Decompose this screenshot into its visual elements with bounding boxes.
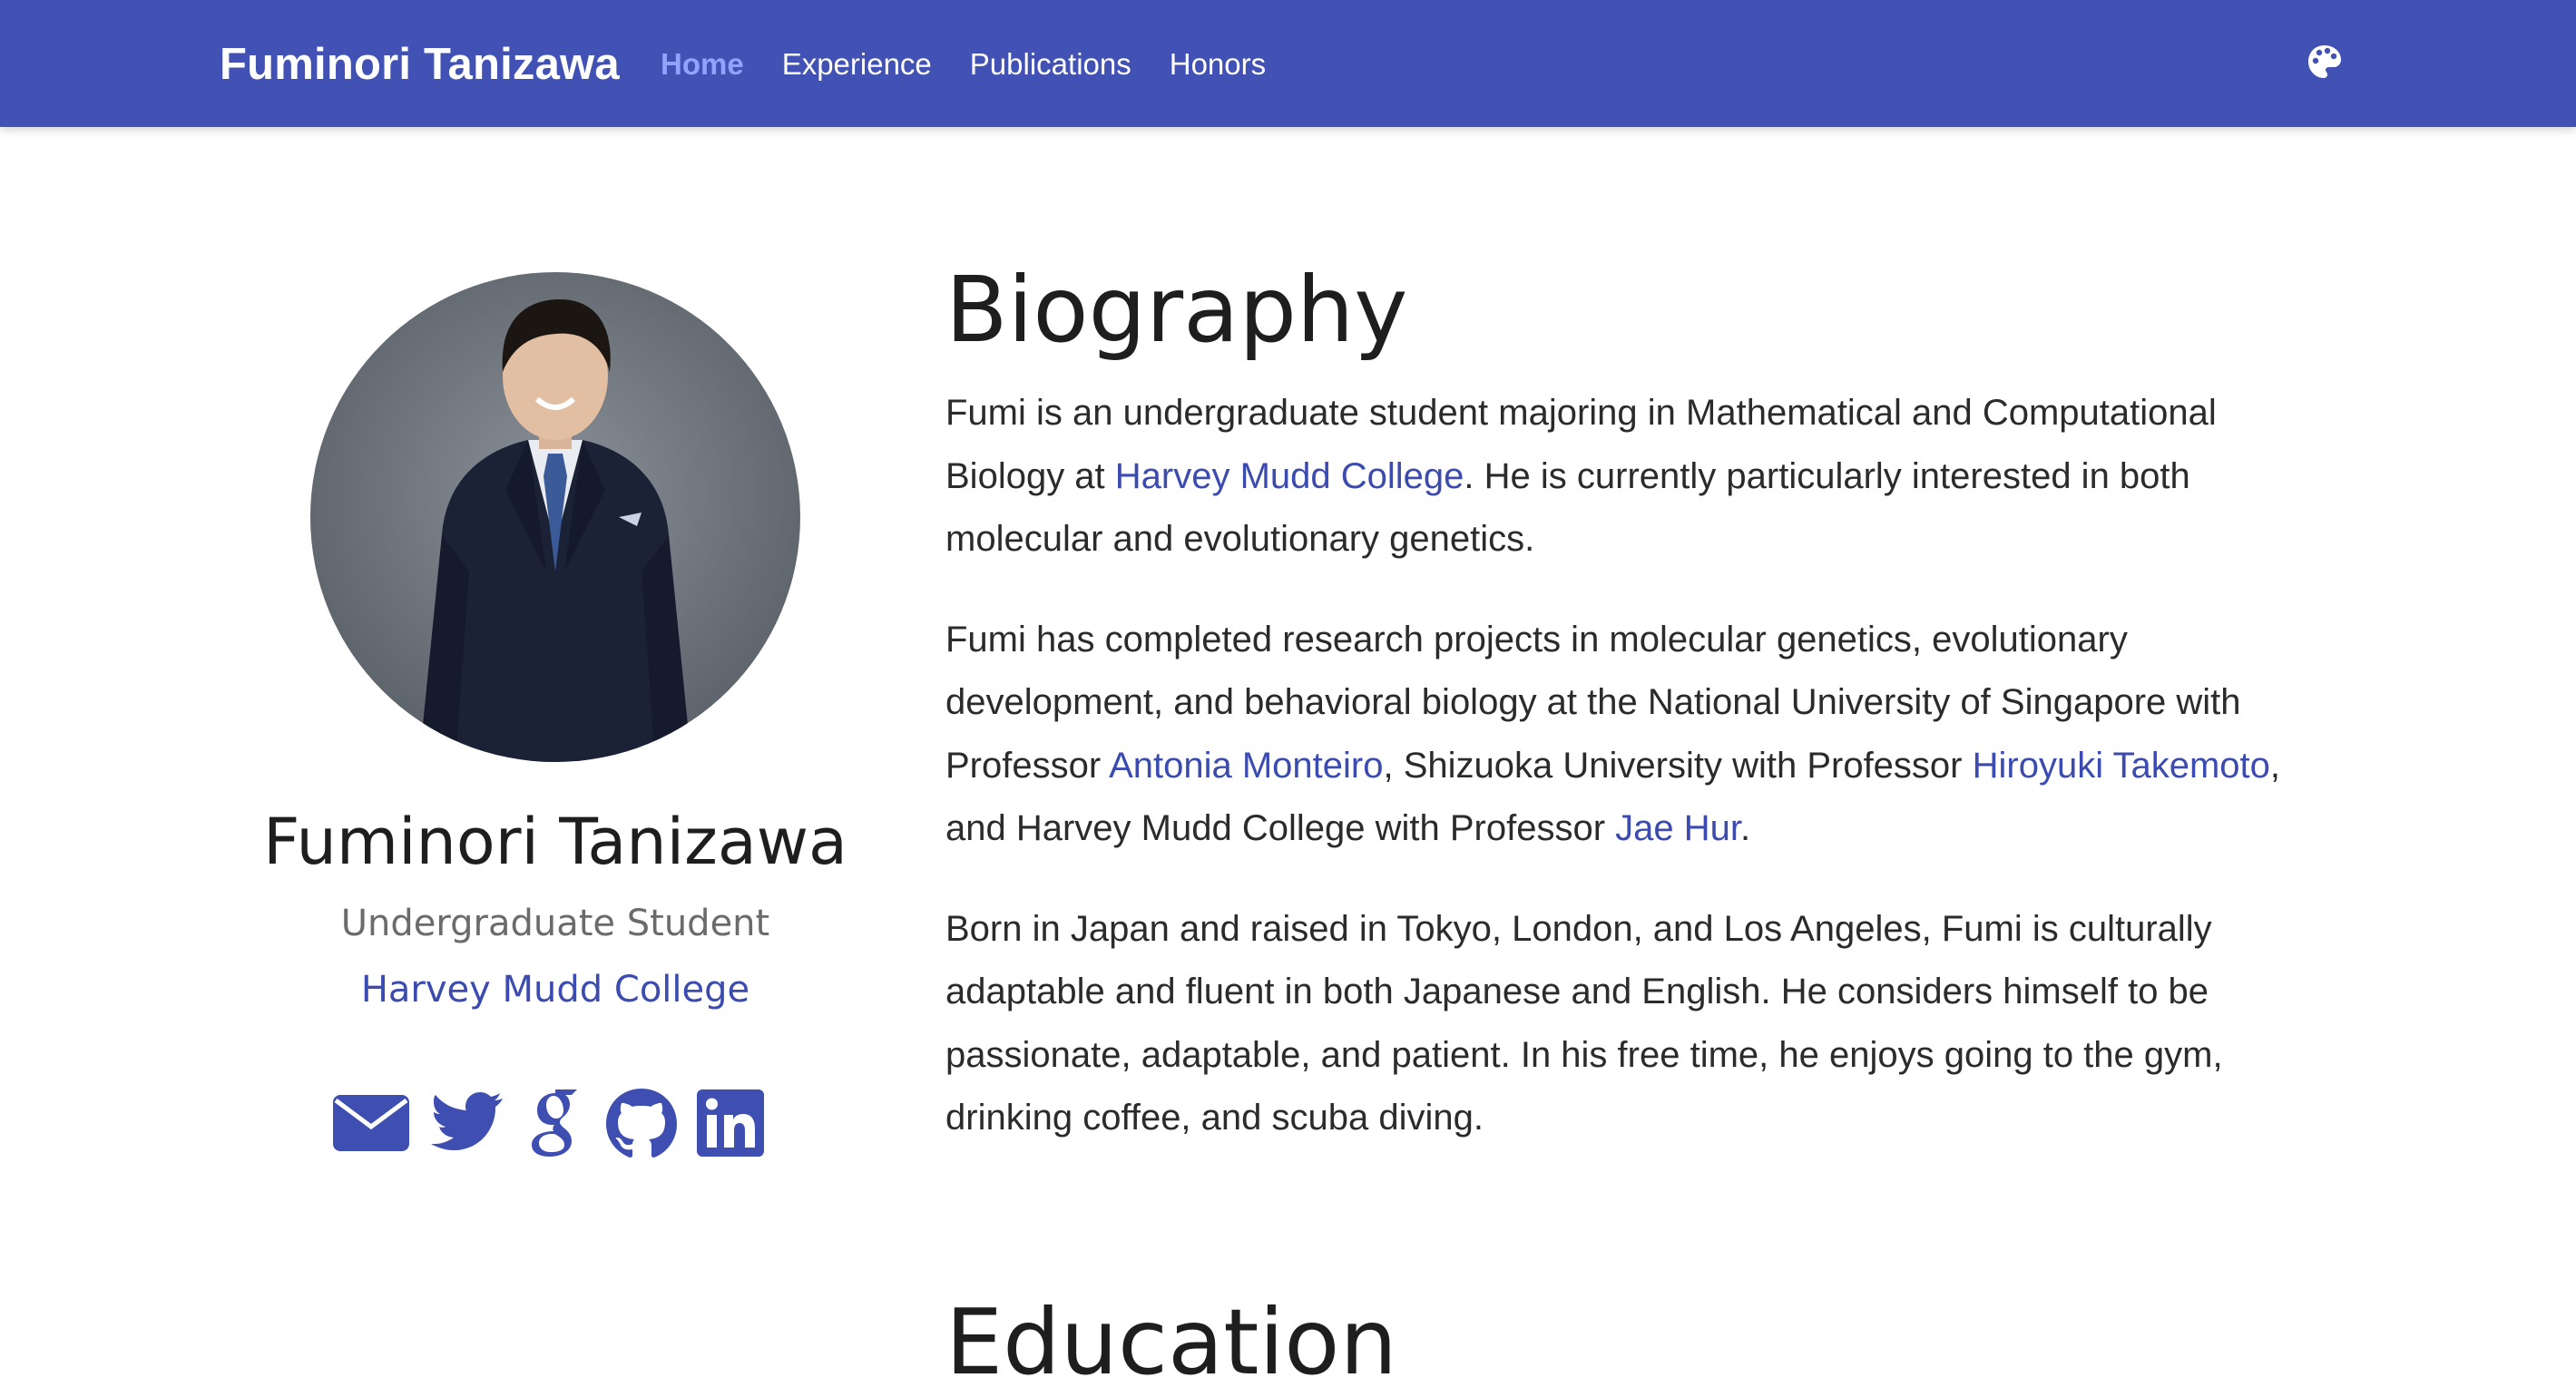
jae-hur-link[interactable]: Jae Hur [1615, 808, 1740, 848]
top-navbar: Fuminori Tanizawa Home Experience Public… [0, 0, 2576, 127]
nav-link-publications[interactable]: Publications [970, 44, 1131, 85]
profile-organization-link[interactable]: Harvey Mudd College [163, 964, 947, 1015]
hiroyuki-takemoto-link[interactable]: Hiroyuki Takemoto [1973, 746, 2270, 786]
avatar [310, 272, 800, 762]
nav-link-home[interactable]: Home [661, 44, 744, 85]
envelope-icon[interactable] [332, 1093, 410, 1158]
biography-heading: Biography [945, 257, 1408, 363]
nav-links: Home Experience Publications Honors [661, 44, 1304, 85]
biography-text: Fumi is an undergraduate student majorin… [945, 382, 2343, 1187]
social-links [332, 1087, 782, 1164]
profile-role: Undergraduate Student [340, 903, 770, 944]
bio-paragraph-2: Fumi has completed research projects in … [945, 609, 2343, 861]
palette-icon[interactable] [2307, 44, 2343, 80]
bio-p2-text-2: , Shizuoka University with Professor [1383, 745, 1973, 786]
site-brand[interactable]: Fuminori Tanizawa [220, 36, 620, 93]
harvey-mudd-link[interactable]: Harvey Mudd College [1115, 456, 1464, 496]
profile-name: Fuminori Tanizawa [263, 805, 847, 879]
twitter-icon[interactable] [428, 1090, 504, 1160]
education-heading: Education [945, 1289, 1397, 1395]
antonia-monteiro-link[interactable]: Antonia Monteiro [1109, 746, 1383, 786]
bio-paragraph-1: Fumi is an undergraduate student majorin… [945, 382, 2343, 572]
bio-paragraph-3: Born in Japan and raised in Tokyo, Londo… [945, 908, 2223, 1138]
github-icon[interactable] [604, 1087, 679, 1164]
nav-link-experience[interactable]: Experience [782, 44, 932, 85]
linkedin-icon[interactable] [697, 1089, 764, 1161]
nav-link-honors[interactable]: Honors [1170, 44, 1266, 85]
bio-p2-text-4: . [1739, 808, 1751, 848]
google-scholar-icon[interactable] [523, 1088, 586, 1163]
